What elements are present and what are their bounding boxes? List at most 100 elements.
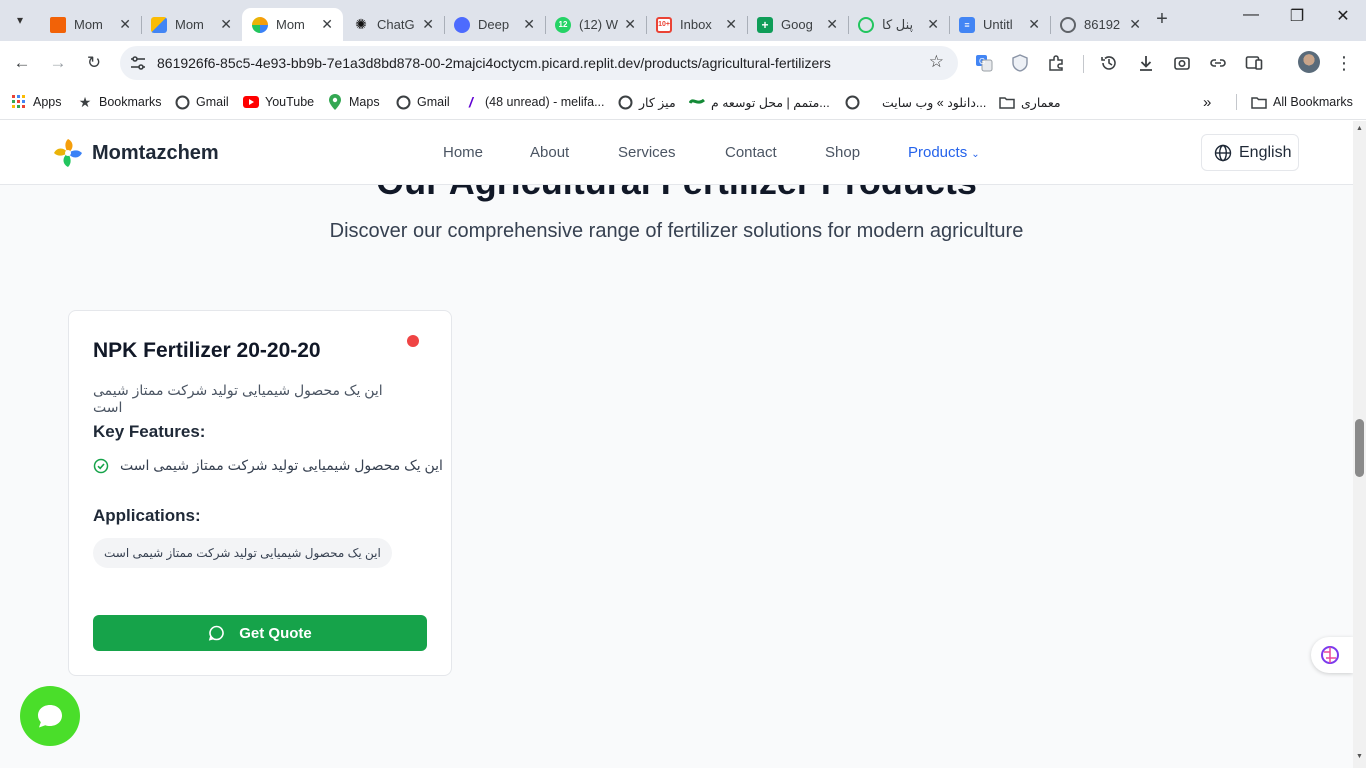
history-icon[interactable] <box>1099 53 1119 73</box>
bookmark-star-icon[interactable]: ☆ <box>929 52 944 72</box>
bookmark-bookmarks[interactable]: ★ Bookmarks <box>77 93 162 111</box>
browser-tab[interactable]: 86192 ✕ <box>1050 8 1151 41</box>
bookmark-youtube[interactable]: YouTube <box>243 93 314 111</box>
chat-bubble-icon <box>38 705 62 728</box>
new-tab-plus-icon[interactable]: + <box>1150 8 1174 32</box>
browser-tab[interactable]: Deep ✕ <box>444 8 545 41</box>
tab-strip: ▾ Mom ✕ Mom ✕ Mom ✕ ✺ ChatG ✕ Deep ✕ 12 <box>0 0 1366 41</box>
back-arrow-icon[interactable]: ← <box>10 51 34 75</box>
replit-icon <box>50 16 66 33</box>
get-quote-button[interactable]: Get Quote <box>93 615 427 651</box>
browser-tab[interactable]: 12 (12) W ✕ <box>545 8 646 41</box>
address-bar[interactable]: 861926f6-85c5-4e93-bb9b-7e1a3d8bd878-00-… <box>120 46 958 80</box>
tab-title: پنل کا <box>882 16 914 32</box>
nav-contact[interactable]: Contact <box>725 144 777 161</box>
product-card: NPK Fertilizer 20-20-20 این یک محصول شیم… <box>68 310 452 676</box>
site-settings-icon[interactable] <box>129 54 147 72</box>
profile-avatar[interactable] <box>1298 51 1320 73</box>
product-name: NPK Fertilizer 20-20-20 <box>93 339 321 362</box>
check-circle-icon <box>93 458 109 473</box>
browser-tab[interactable]: + Goog ✕ <box>747 8 848 41</box>
restore-icon[interactable]: ❐ <box>1274 6 1320 26</box>
bookmark-miz-kar[interactable]: میز کار <box>617 93 676 111</box>
close-tab-icon[interactable]: ✕ <box>927 16 939 33</box>
momtazchem-logo[interactable] <box>52 137 84 169</box>
google-translate-icon[interactable]: G <box>974 53 994 73</box>
brand-name[interactable]: Momtazchem <box>92 142 219 165</box>
bookmark-label: Bookmarks <box>99 95 162 109</box>
close-tab-icon[interactable]: ✕ <box>220 16 232 33</box>
reading-mode-icon[interactable] <box>1244 53 1264 73</box>
close-tab-icon[interactable]: ✕ <box>725 16 737 33</box>
forward-arrow-icon[interactable]: → <box>46 51 70 75</box>
google-docs-icon: ≡ <box>959 16 975 33</box>
url-text[interactable]: 861926f6-85c5-4e93-bb9b-7e1a3d8bd878-00-… <box>157 55 831 71</box>
features-heading: Key Features: <box>93 422 206 441</box>
language-label: English <box>1239 143 1292 161</box>
bookmark-label: میز کار <box>639 95 676 110</box>
tab-list: Mom ✕ Mom ✕ Mom ✕ ✺ ChatG ✕ Deep ✕ 12 (1… <box>40 4 1151 41</box>
browser-tab[interactable]: Mom ✕ <box>141 8 242 41</box>
bookmark-folder-memari[interactable]: معماری <box>999 93 1061 111</box>
close-tab-icon[interactable]: ✕ <box>826 16 838 33</box>
nav-about[interactable]: About <box>530 144 569 161</box>
scrollbar-thumb[interactable] <box>1355 419 1364 477</box>
shield-extension-icon[interactable] <box>1010 53 1030 73</box>
close-tab-icon[interactable]: ✕ <box>119 16 131 33</box>
close-window-icon[interactable]: ✕ <box>1320 6 1366 26</box>
nav-services[interactable]: Services <box>618 144 676 161</box>
close-tab-icon[interactable]: ✕ <box>523 16 535 33</box>
link-icon[interactable] <box>1208 53 1228 73</box>
nav-home[interactable]: Home <box>443 144 483 161</box>
scroll-down-arrow-icon[interactable]: ▼ <box>1356 753 1363 760</box>
gmail-icon: 10+ <box>656 16 672 33</box>
browser-tab[interactable]: Mom ✕ <box>40 8 141 41</box>
nav-products-label: Products <box>908 144 968 161</box>
close-tab-icon[interactable]: ✕ <box>624 16 636 33</box>
feature-text: این یک محصول شیمیایی تولید شرکت ممتاز شی… <box>120 457 443 473</box>
screenshot-capture-icon[interactable] <box>1172 53 1192 73</box>
bookmark-label: متمم | محل توسعه م... <box>711 95 830 110</box>
language-switcher[interactable]: English <box>1201 134 1299 171</box>
chatgpt-icon: ✺ <box>355 16 367 32</box>
svg-text:G: G <box>979 57 985 66</box>
close-tab-icon[interactable]: ✕ <box>1028 16 1040 33</box>
tab-search-chevron-icon[interactable]: ▾ <box>7 8 33 32</box>
browser-tab[interactable]: ✺ ChatG ✕ <box>343 8 444 41</box>
browser-tab[interactable]: ≡ Untitl ✕ <box>949 8 1050 41</box>
browser-tab[interactable]: پنل کا ✕ <box>848 8 949 41</box>
globe-icon <box>844 94 860 110</box>
all-bookmarks-folder[interactable]: All Bookmarks <box>1251 93 1353 111</box>
tab-title: Untitl <box>983 17 1013 32</box>
more-bookmarks-chevron-icon[interactable]: » <box>1203 93 1211 111</box>
page-scrollbar[interactable]: ▲ ▼ <box>1353 121 1366 768</box>
extensions-puzzle-icon[interactable] <box>1046 53 1066 73</box>
nav-shop[interactable]: Shop <box>825 144 860 161</box>
close-tab-icon[interactable]: ✕ <box>422 16 434 33</box>
bookmark-apps[interactable]: Apps <box>11 93 62 111</box>
bookmark-maps[interactable]: Maps <box>327 93 380 111</box>
minimize-icon[interactable]: — <box>1228 6 1274 24</box>
close-tab-icon[interactable]: ✕ <box>321 16 333 33</box>
application-tag: این یک محصول شیمیایی تولید شرکت ممتاز شی… <box>93 538 392 568</box>
bookmark-download-site[interactable]: دانلود » وب سایت... <box>844 93 986 111</box>
reload-icon[interactable]: ↻ <box>82 51 106 75</box>
all-bookmarks-label: All Bookmarks <box>1273 95 1353 109</box>
tab-title: Goog <box>781 17 813 32</box>
scroll-up-arrow-icon[interactable]: ▲ <box>1356 125 1363 132</box>
nav-products[interactable]: Products ⌄ <box>908 144 980 161</box>
bookmark-gmail[interactable]: Gmail <box>174 93 229 111</box>
download-icon[interactable] <box>1136 53 1156 73</box>
bookmark-gmail-2[interactable]: Gmail <box>395 93 450 111</box>
folder-icon <box>999 94 1015 110</box>
chat-widget-button[interactable] <box>20 686 80 746</box>
browser-menu-icon[interactable]: ⋮ <box>1334 53 1354 73</box>
bookmark-motamem[interactable]: متمم | محل توسعه م... <box>689 93 830 111</box>
browser-tab[interactable]: 10+ Inbox ✕ <box>646 8 747 41</box>
close-tab-icon[interactable]: ✕ <box>1129 16 1141 33</box>
bookmark-yahoo-mail[interactable]: / (48 unread) - melifa... <box>463 93 604 111</box>
tab-title: Mom <box>74 17 103 32</box>
browser-tab-active[interactable]: Mom ✕ <box>242 8 343 41</box>
bookmarks-divider <box>1236 94 1237 110</box>
floating-ai-extension-button[interactable] <box>1311 637 1353 673</box>
